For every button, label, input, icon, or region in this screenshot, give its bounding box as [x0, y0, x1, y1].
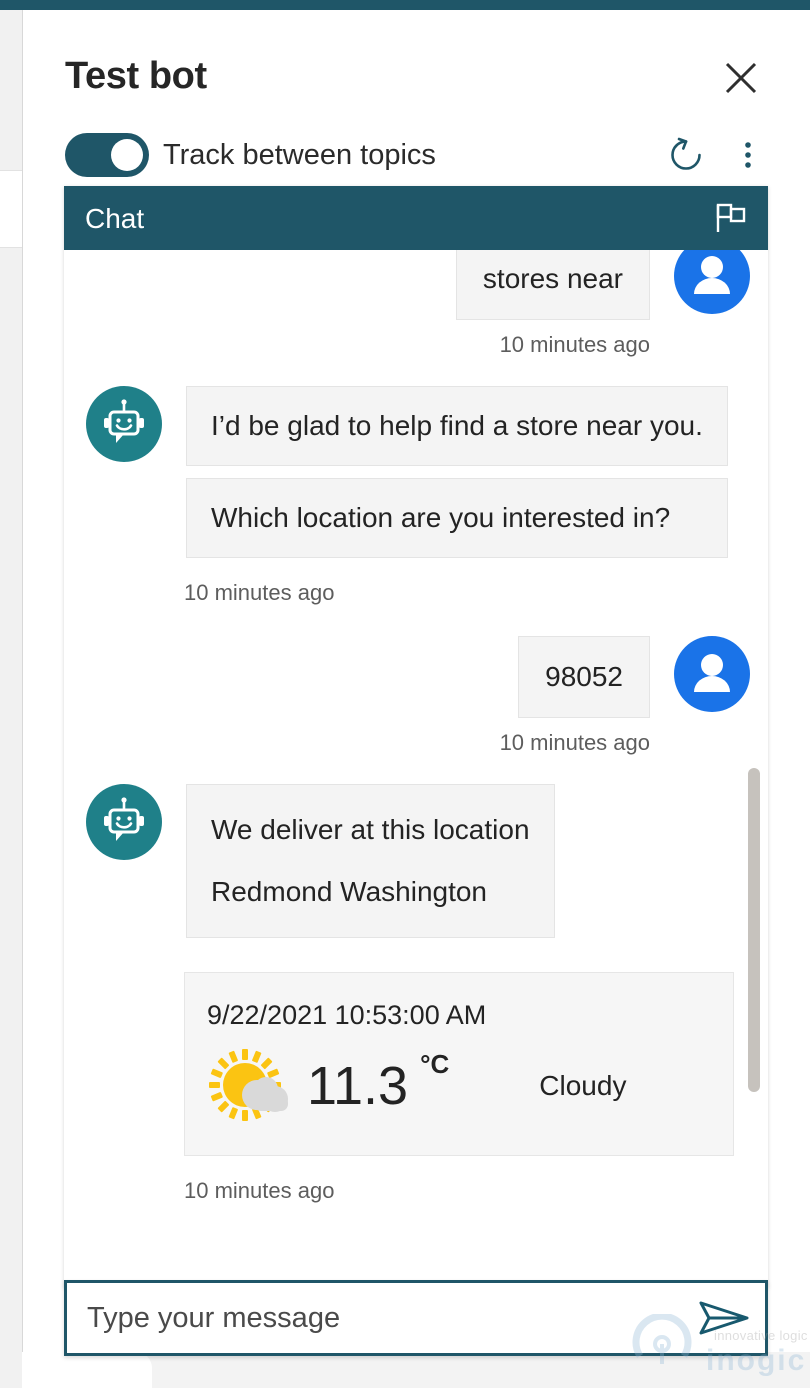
refresh-icon[interactable]: [665, 134, 707, 176]
app-window: Test bot Track between topics Chat store…: [0, 0, 810, 1388]
message-bubble: I’d be glad to help find a store near yo…: [186, 386, 728, 466]
track-between-topics-toggle[interactable]: [65, 133, 149, 177]
close-icon[interactable]: [717, 54, 765, 102]
weather-unit: °C: [420, 1049, 450, 1079]
message-row-bot: We deliver at this location Redmond Wash…: [64, 784, 768, 950]
sun-behind-cloud-icon: [207, 1043, 301, 1129]
message-timestamp: 10 minutes ago: [184, 1178, 335, 1203]
message-bubble: stores near: [455, 250, 650, 320]
chat-title: Chat: [85, 203, 145, 234]
message-bubble: We deliver at this location Redmond Wash…: [186, 784, 555, 938]
left-gutter-tab[interactable]: [0, 170, 22, 248]
chat-widget: Chat stores near 10 minutes ago I’d be g…: [64, 186, 768, 1288]
message-timestamp: 10 minutes ago: [499, 332, 650, 357]
page-title: Test bot: [65, 55, 207, 97]
flag-icon[interactable]: [712, 200, 748, 236]
message-row-user: 98052: [64, 636, 768, 718]
message-line: Redmond Washington: [211, 876, 488, 907]
weather-main-row: 11.3 °C Cloudy: [207, 1043, 711, 1129]
message-bubble: Which location are you interested in?: [186, 478, 728, 558]
panel-title-row: Test bot: [65, 48, 775, 116]
avatar-bot: [86, 784, 162, 860]
avatar-user: [674, 250, 750, 314]
avatar-bot: [86, 386, 162, 462]
weather-condition: Cloudy: [539, 1070, 627, 1101]
toggle-knob: [111, 139, 143, 171]
chat-header: Chat: [64, 186, 768, 250]
transcript-scroll-content: stores near 10 minutes ago I’d be glad t…: [64, 250, 768, 1206]
transcript-scrollbar[interactable]: [748, 250, 762, 1288]
bot-message-stack: We deliver at this location Redmond Wash…: [186, 784, 555, 950]
message-bubble: 98052: [518, 636, 650, 718]
message-line: We deliver at this location: [211, 814, 530, 845]
message-input-bar[interactable]: [64, 1280, 768, 1356]
message-transcript[interactable]: stores near 10 minutes ago I’d be glad t…: [64, 250, 768, 1288]
weather-card: 9/22/2021 10:53:00 AM 11.3 °C Cloudy: [184, 972, 734, 1156]
weather-datetime: 9/22/2021 10:53:00 AM: [207, 1000, 487, 1030]
message-row-bot: I’d be glad to help find a store near yo…: [64, 386, 768, 570]
message-input[interactable]: [87, 1283, 687, 1353]
track-between-topics-label: Track between topics: [163, 139, 436, 171]
message-timestamp: 10 minutes ago: [184, 580, 335, 605]
scrollbar-thumb[interactable]: [748, 768, 760, 1092]
message-timestamp: 10 minutes ago: [499, 730, 650, 755]
avatar-user: [674, 636, 750, 712]
more-vertical-icon[interactable]: [727, 134, 769, 176]
top-accent-strip: [0, 0, 810, 10]
weather-temperature: 11.3: [307, 1056, 409, 1116]
send-icon[interactable]: [697, 1293, 751, 1343]
message-row-user: stores near: [64, 250, 768, 320]
bottom-rounded-corner: [22, 1352, 152, 1388]
track-topics-row: Track between topics: [65, 126, 775, 184]
bot-message-stack: I’d be glad to help find a store near yo…: [186, 386, 728, 570]
